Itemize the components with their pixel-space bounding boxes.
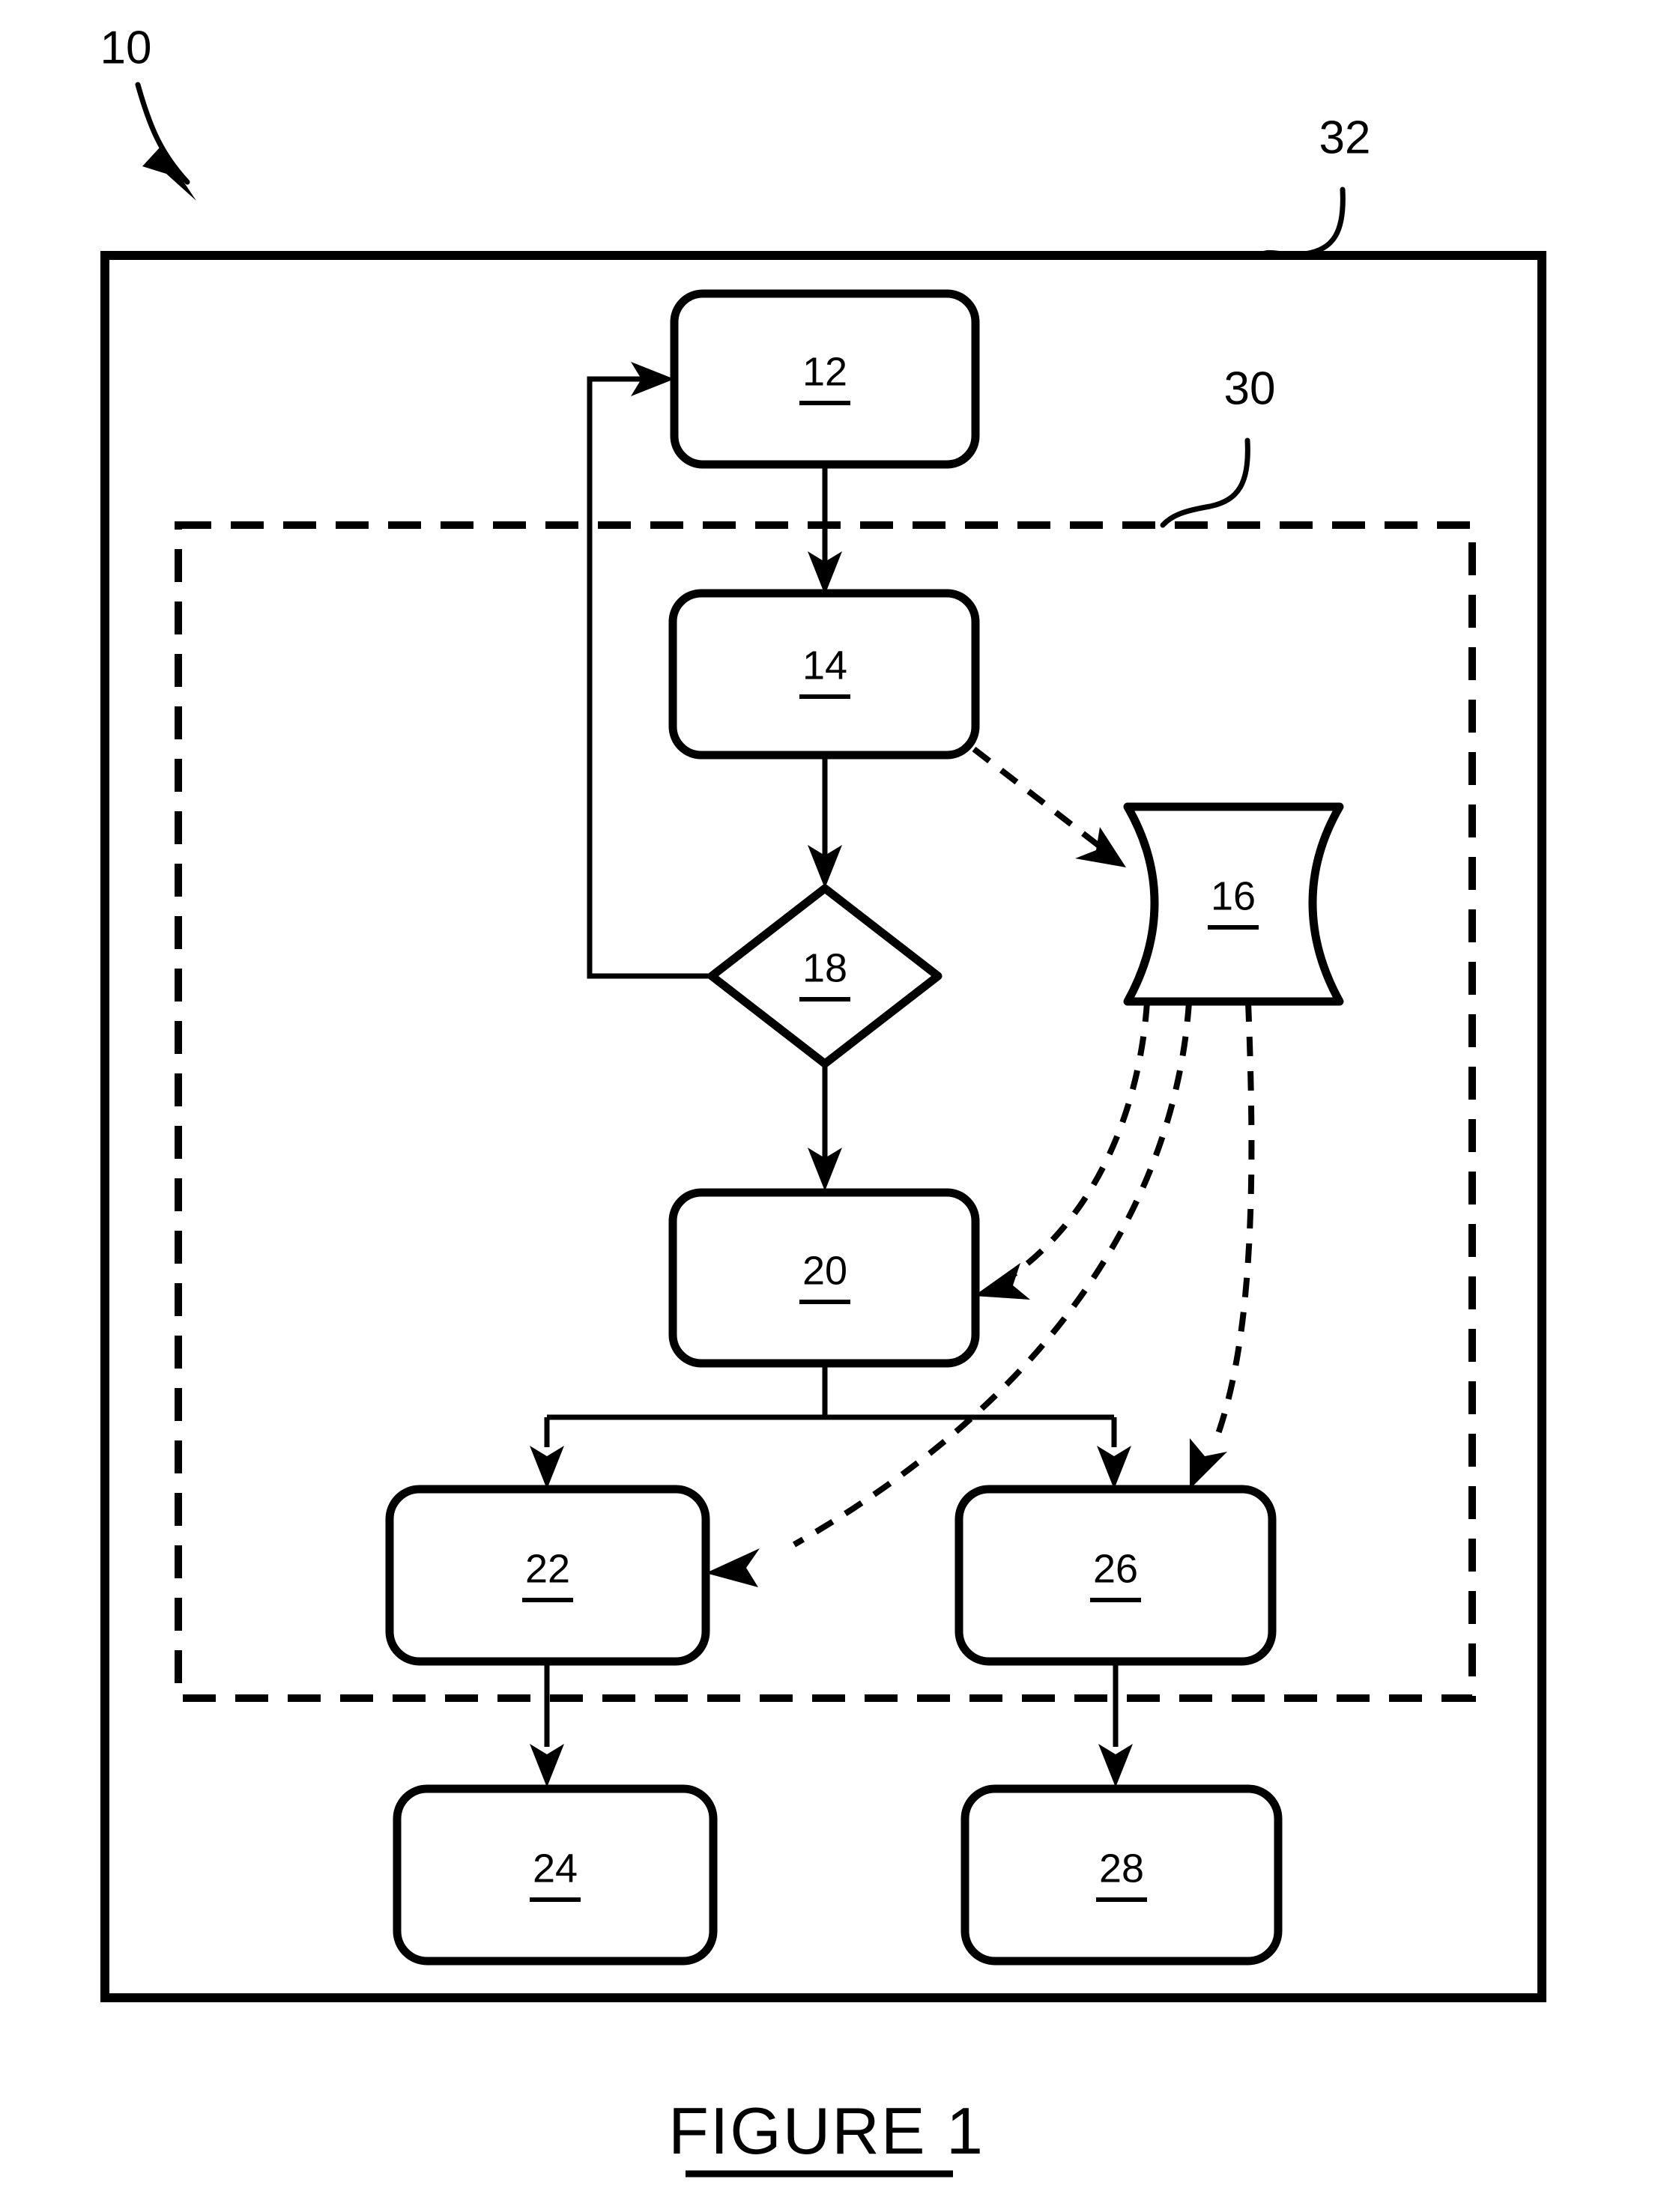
node-22-label: 22 [525,1546,570,1591]
ref-numeral-30: 30 [1224,363,1276,414]
node-14-label: 14 [802,643,847,688]
data-link-14-to-16 [972,746,1126,867]
arrowhead-16-to-22 [706,1548,760,1587]
node-14[interactable]: 14 [668,589,980,760]
figure-caption: FIGURE 1 [668,2094,984,2168]
node-18[interactable]: 18 [707,884,943,1068]
reference-leader-32 [1256,187,1346,260]
connector-18-to-20 [808,1064,842,1191]
reference-leader-30 [1160,437,1250,528]
data-link-16-to-22 [706,1002,1192,1587]
node-16-label: 16 [1211,873,1256,918]
node-12[interactable]: 12 [670,289,980,469]
arrowhead-to-22 [530,1446,564,1489]
ref-numeral-32: 32 [1319,112,1371,163]
patent-figure-page: 10 32 30 12 14 16 18 20 22 24 26 28 FIGU… [0,0,1658,2212]
arrowhead-16-to-26 [1190,1438,1227,1489]
connector-22-to-24 [530,1661,564,1787]
figure-1-flowchart: 10 32 30 12 14 16 18 20 22 24 26 28 FIGU… [100,22,1546,2178]
reference-leader-10 [135,82,196,201]
node-28-label: 28 [1099,1846,1144,1891]
node-26-label: 26 [1093,1546,1138,1591]
connector-14-to-18 [808,755,842,888]
node-24-label: 24 [533,1846,578,1891]
data-link-16-to-26 [1190,1002,1255,1489]
arrowhead-14-to-16 [1075,827,1126,867]
ref-numeral-10: 10 [100,22,152,73]
arrowhead-16-to-20 [974,1263,1030,1300]
node-16[interactable]: 16 [1123,802,1344,1006]
arrowhead-to-26 [1097,1446,1131,1489]
node-24[interactable]: 24 [393,1784,718,1966]
connector-26-to-28 [1098,1661,1133,1787]
connector-20-to-branch [530,1363,1131,1489]
data-link-16-to-20 [974,1002,1150,1300]
connector-18-to-12-feedback [587,362,712,979]
node-12-label: 12 [802,349,847,394]
node-28[interactable]: 28 [960,1784,1283,1966]
node-20[interactable]: 20 [668,1188,980,1368]
node-22[interactable]: 22 [385,1485,710,1666]
node-18-label: 18 [802,945,847,990]
node-20-label: 20 [802,1248,847,1293]
node-26[interactable]: 26 [954,1485,1277,1666]
connector-12-to-14 [808,464,842,595]
